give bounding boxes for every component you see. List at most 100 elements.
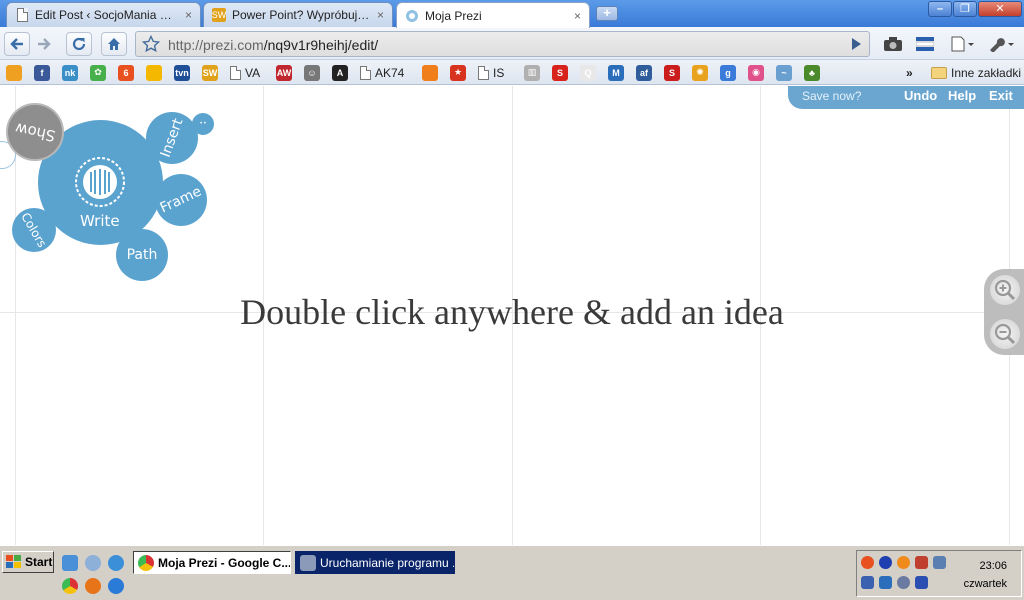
bookmark-item[interactable]: S <box>552 64 568 81</box>
tray-icon[interactable] <box>861 576 874 589</box>
bookmark-item[interactable]: ~ <box>776 64 792 81</box>
maximize-button[interactable]: ❐ <box>953 1 977 17</box>
colors-bubble[interactable]: Colors <box>12 208 56 252</box>
show-desktop-icon[interactable] <box>62 555 78 571</box>
tab-strip: Edit Post ‹ SocjoMania — ... × SW Power … <box>0 0 1024 28</box>
quicklaunch-icon[interactable] <box>85 555 101 571</box>
home-button[interactable] <box>101 32 127 56</box>
bookmark-item[interactable] <box>6 64 22 81</box>
bookmark-item[interactable]: A <box>332 64 348 81</box>
doc-icon <box>478 65 489 80</box>
system-tray: 23:06 czwartek <box>856 550 1022 597</box>
bookmark-item[interactable]: S <box>664 64 680 81</box>
taskbar-item-run[interactable]: Uruchamianie programu ... <box>295 551 455 574</box>
other-bookmarks-label: Inne zakładki <box>951 65 1022 80</box>
tray-icon[interactable] <box>915 576 928 589</box>
bookmark-item[interactable]: ✿ <box>90 64 106 81</box>
zoom-out-button[interactable] <box>990 319 1020 349</box>
url-host: http://prezi.com <box>168 37 264 53</box>
bookmark-item[interactable]: AW <box>276 64 292 81</box>
clock-time[interactable]: 23:06 <box>979 560 1007 572</box>
star-icon[interactable] <box>142 35 160 53</box>
start-button[interactable]: Start <box>2 551 54 573</box>
bluetooth-icon[interactable] <box>879 556 892 569</box>
bookmark-item[interactable]: tvn <box>174 64 190 81</box>
bookmark-item[interactable]: M <box>608 64 624 81</box>
tab-power-point[interactable]: SW Power Point? Wypróbuj Pre... × <box>203 2 393 27</box>
bookmark-favicon-icon: ~ <box>776 64 792 81</box>
close-icon[interactable]: × <box>377 8 384 22</box>
bookmark-favicon-icon: ✿ <box>90 64 106 81</box>
save-now-link[interactable]: Save now? <box>802 89 861 103</box>
bookmark-item[interactable]: ◉ <box>748 64 764 81</box>
bookmark-item[interactable]: VA <box>230 64 260 81</box>
bookmark-favicon-icon: nk <box>62 64 78 81</box>
extension-button[interactable] <box>912 32 938 56</box>
tray-icon[interactable] <box>897 556 910 569</box>
insert-bubble[interactable]: Insert <box>146 112 198 164</box>
bookmark-item[interactable]: ✺ <box>692 64 708 81</box>
bookmarks-overflow-button[interactable]: » <box>906 64 913 81</box>
bookmark-item[interactable]: af <box>636 64 652 81</box>
bookmark-item[interactable]: nk <box>62 64 78 81</box>
forward-button[interactable] <box>31 32 57 56</box>
bookmark-item[interactable] <box>146 64 162 81</box>
undo-button[interactable]: Undo <box>904 88 937 103</box>
tab-edit-post[interactable]: Edit Post ‹ SocjoMania — ... × <box>6 2 201 27</box>
new-tab-button[interactable]: + <box>596 6 618 21</box>
bookmark-item[interactable]: g <box>720 64 736 81</box>
prezi-favicon <box>405 9 419 23</box>
camera-extension-button[interactable] <box>880 32 906 56</box>
chrome-icon[interactable] <box>62 578 78 594</box>
wrench-menu-button[interactable] <box>984 32 1018 56</box>
address-bar[interactable]: http://prezi.com/nq9v1r9heihj/edit/ <box>135 31 870 57</box>
close-icon[interactable]: × <box>185 8 192 22</box>
windows-taskbar: Start Moja Prezi - Google C... Uruchamia… <box>0 545 1024 600</box>
bookmark-item[interactable]: 6 <box>118 64 134 81</box>
window-close-button[interactable]: ✕ <box>978 1 1022 17</box>
bookmark-item[interactable]: IS <box>478 64 504 81</box>
bookmark-item[interactable]: AK74 <box>360 64 404 81</box>
dots-icon: • • <box>200 121 206 127</box>
bookmark-item[interactable]: ▥ <box>524 64 540 81</box>
frame-bubble[interactable]: Frame <box>155 174 207 226</box>
show-bubble[interactable]: Show <box>6 103 64 161</box>
taskbar-item-chrome[interactable]: Moja Prezi - Google C... <box>133 551 291 574</box>
reload-button[interactable] <box>66 32 92 56</box>
bookmark-item[interactable]: Q <box>580 64 596 81</box>
close-icon[interactable]: × <box>574 9 581 23</box>
program-icon <box>300 554 316 571</box>
exit-button[interactable]: Exit <box>989 88 1013 103</box>
bookmark-item[interactable] <box>422 64 438 81</box>
bookmark-item[interactable]: ☺ <box>304 64 320 81</box>
tray-icon[interactable] <box>915 556 928 569</box>
tray-icon[interactable] <box>861 556 874 569</box>
bookmark-favicon-icon: f <box>34 64 50 81</box>
tray-icon[interactable] <box>879 576 892 589</box>
path-bubble[interactable]: Path <box>116 229 168 281</box>
help-button[interactable]: Help <box>948 88 976 103</box>
bookmark-item[interactable]: f <box>34 64 50 81</box>
tray-icon[interactable] <box>897 576 910 589</box>
page-menu-button[interactable] <box>946 32 978 56</box>
bookmark-item[interactable]: SW <box>202 64 218 81</box>
go-icon[interactable] <box>847 35 865 53</box>
bookmark-favicon-icon: AW <box>276 64 292 81</box>
prezi-canvas[interactable]: Double click anywhere & add an idea Save… <box>0 86 1024 545</box>
bookmark-item[interactable]: ★ <box>450 64 466 81</box>
ie-icon[interactable] <box>108 578 124 594</box>
url-path: /nq9v1r9heihj/edit/ <box>263 37 379 53</box>
tab-moja-prezi[interactable]: Moja Prezi × <box>396 2 590 28</box>
firefox-icon[interactable] <box>85 578 101 594</box>
bookmark-favicon-icon: ✺ <box>692 64 708 81</box>
zoom-in-button[interactable] <box>990 275 1020 305</box>
url-text: http://prezi.com/nq9v1r9heihj/edit/ <box>168 37 378 53</box>
minimize-button[interactable]: – <box>928 1 952 17</box>
back-button[interactable] <box>4 32 30 56</box>
bookmark-item[interactable]: ♣ <box>804 64 820 81</box>
other-bookmarks[interactable]: Inne zakładki <box>931 64 1021 81</box>
home-icon <box>108 38 120 50</box>
network-icon[interactable] <box>933 556 946 569</box>
quicklaunch-icon[interactable] <box>108 555 124 571</box>
write-label: Write <box>80 212 120 230</box>
